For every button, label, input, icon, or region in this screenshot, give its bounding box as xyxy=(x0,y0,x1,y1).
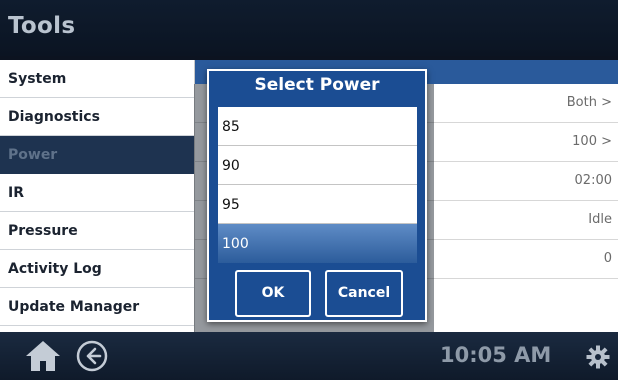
row-value: Both > xyxy=(566,95,612,110)
footer-bar: 10:05 AM xyxy=(0,332,618,380)
back-icon[interactable] xyxy=(76,340,108,372)
row-value: 02:00 xyxy=(574,173,612,188)
sidebar: System Diagnostics Power IR Pressure Act… xyxy=(0,60,195,332)
clock: 10:05 AM xyxy=(440,343,552,367)
row-value: 0 xyxy=(603,251,612,266)
sidebar-item-activity-log[interactable]: Activity Log xyxy=(0,250,194,288)
row-value: Idle xyxy=(588,212,612,227)
cancel-button[interactable]: Cancel xyxy=(325,270,403,317)
select-power-dialog: Select Power 85 90 95 100 OK Cancel xyxy=(207,69,427,322)
home-icon[interactable] xyxy=(24,339,62,373)
sidebar-item-update-manager[interactable]: Update Manager xyxy=(0,288,194,326)
power-option-85[interactable]: 85 xyxy=(218,107,417,146)
sidebar-item-system[interactable]: System xyxy=(0,60,194,98)
sidebar-item-ir[interactable]: IR xyxy=(0,174,194,212)
gear-icon[interactable] xyxy=(586,345,610,369)
power-option-95[interactable]: 95 xyxy=(218,185,417,224)
dialog-title: Select Power xyxy=(254,75,380,95)
sidebar-item-pressure[interactable]: Pressure xyxy=(0,212,194,250)
sidebar-item-diagnostics[interactable]: Diagnostics xyxy=(0,98,194,136)
ok-button[interactable]: OK xyxy=(235,270,311,317)
title-bar: Tools xyxy=(0,0,618,56)
row-value: 100 > xyxy=(572,134,612,149)
power-option-list: 85 90 95 100 xyxy=(218,107,417,263)
app-title: Tools xyxy=(8,13,76,39)
power-option-100[interactable]: 100 xyxy=(218,224,417,263)
sidebar-item-power[interactable]: Power xyxy=(0,136,194,174)
power-option-90[interactable]: 90 xyxy=(218,146,417,185)
